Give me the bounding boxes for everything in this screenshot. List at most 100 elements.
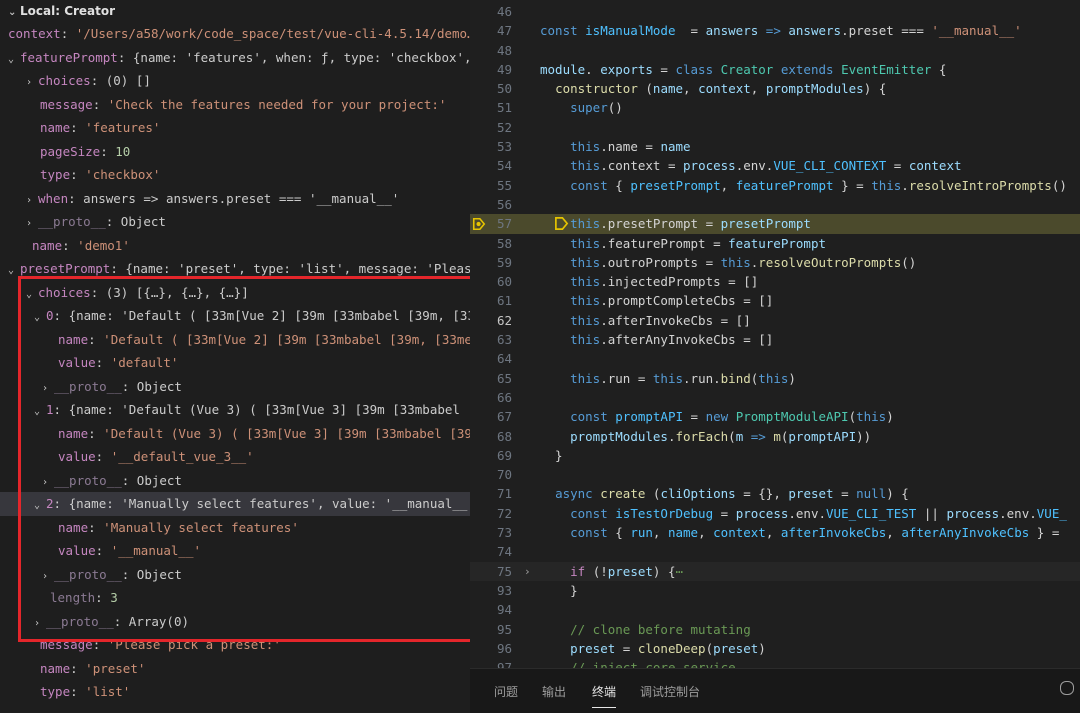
chevron-right-icon[interactable]: › (26, 189, 38, 211)
variable-row[interactable]: message: 'Please pick a preset:' (0, 633, 476, 657)
code-line[interactable]: 71 async create (cliOptions = {}, preset… (470, 484, 1080, 503)
variable-row[interactable]: ⌄ featurePrompt: {name: 'features', when:… (0, 46, 476, 70)
code-line[interactable]: 52 (470, 118, 1080, 137)
code-line[interactable]: 72 const isTestOrDebug = process.env.VUE… (470, 504, 1080, 523)
variable-row[interactable]: ⌄ 2: {name: 'Manually select features', v… (0, 492, 476, 516)
variable-row[interactable]: › when: answers => answers.preset === '__… (0, 187, 476, 211)
code-token: exports (600, 61, 653, 77)
variable-row[interactable]: context: '/Users/a58/work/code_space/tes… (0, 22, 476, 46)
maximize-icon[interactable] (1060, 681, 1074, 695)
code-token: VUE_CLI_TEST (826, 505, 917, 521)
chevron-right-icon[interactable]: › (34, 612, 46, 634)
code-line[interactable]: 55 const { presetPrompt, featurePrompt }… (470, 176, 1080, 195)
code-line[interactable]: 66 (470, 388, 1080, 407)
panel-tab[interactable]: 输出 (542, 683, 566, 700)
variable-row[interactable]: type: 'checkbox' (0, 163, 476, 187)
variable-key: 1 (46, 402, 54, 417)
code-token: isManualMode (585, 23, 676, 39)
variable-row[interactable]: name: 'Default (Vue 3) ( [33m[Vue 3] [39… (0, 422, 476, 446)
chevron-down-icon[interactable]: ⌄ (8, 259, 20, 281)
variable-row[interactable]: value: '__default_vue_3__' (0, 445, 476, 469)
panel-tab[interactable]: 终端 (592, 683, 617, 708)
variable-row[interactable]: message: 'Check the features needed for … (0, 93, 476, 117)
code-line[interactable]: 63 this.afterAnyInvokeCbs = [] (470, 330, 1080, 349)
variable-row[interactable]: value: '__manual__' (0, 539, 476, 563)
variable-row[interactable]: › __proto__: Object (0, 563, 476, 587)
variable-row[interactable]: name: 'Manually select features' (0, 516, 476, 540)
variable-row[interactable]: pageSize: 10 (0, 140, 476, 164)
variable-row[interactable]: name: 'features' (0, 116, 476, 140)
variable-row[interactable]: ⌄ choices: (3) [{…}, {…}, {…}] (0, 281, 476, 305)
code-token: this (720, 254, 751, 270)
code-line[interactable]: 73 const { run, name, context, afterInvo… (470, 523, 1080, 542)
code-line[interactable]: 75 › if (!preset) {⋯ (470, 561, 1080, 581)
variable-key: value (58, 543, 96, 558)
chevron-down-icon[interactable]: ⌄ (8, 48, 20, 70)
variable-row[interactable]: › __proto__: Object (0, 469, 476, 493)
chevron-right-icon[interactable]: › (26, 212, 38, 234)
variable-value: 10 (115, 143, 131, 159)
variable-row[interactable]: › choices: (0) [] (0, 69, 476, 93)
code-line[interactable]: 54 this.context = process.env.VUE_CLI_CO… (470, 156, 1080, 175)
code-line[interactable]: 51 super() (470, 98, 1080, 117)
chevron-right-icon[interactable]: › (42, 377, 54, 399)
code-line[interactable]: 58 this.featurePrompt = featurePrompt (470, 234, 1080, 253)
chevron-down-icon[interactable]: ⌄ (34, 400, 46, 422)
code-line[interactable]: 61 this.promptCompleteCbs = [] (470, 291, 1080, 310)
chevron-down-icon[interactable]: ⌄ (34, 494, 46, 516)
variable-row[interactable]: › __proto__: Object (0, 375, 476, 399)
code-line[interactable]: 74 (470, 542, 1080, 561)
code-line[interactable]: 62 this.afterInvokeCbs = [] (470, 311, 1080, 330)
code-line[interactable]: 53 this.name = name (470, 137, 1080, 156)
chevron-down-icon[interactable]: ⌄ (34, 306, 46, 328)
variable-row[interactable]: › __proto__: Object (0, 210, 476, 234)
code-line[interactable]: 57 this.presetPrompt = presetPrompt (470, 214, 1080, 234)
code-line[interactable]: 70 (470, 465, 1080, 484)
code-line[interactable]: 69 } (470, 446, 1080, 465)
scope-header[interactable]: ⌄ Local: Creator (0, 0, 476, 22)
variable-row[interactable]: ⌄ presetPrompt: {name: 'preset', type: 'l… (0, 257, 476, 281)
variable-row[interactable]: length: 3 (0, 586, 476, 610)
variable-row[interactable]: type: 'list' (0, 680, 476, 704)
code-token: module (540, 61, 586, 77)
chevron-right-icon[interactable]: › (42, 471, 54, 493)
code-line[interactable]: 96 preset = cloneDeep(preset) (470, 639, 1080, 658)
fold-chevron-icon[interactable]: › (524, 562, 531, 581)
code-editor[interactable]: 46 47 const isManualMode = answers => answ… (470, 0, 1080, 712)
variable-row[interactable]: ⌄ 1: {name: 'Default (Vue 3) ( [33m[Vue 3… (0, 398, 476, 422)
code-line[interactable]: 48 (470, 41, 1080, 60)
code-line[interactable]: 56 (470, 195, 1080, 214)
separator: : (90, 73, 106, 88)
panel-tab[interactable]: 问题 (494, 683, 518, 700)
chevron-right-icon[interactable]: › (26, 71, 38, 93)
line-number: 59 (496, 254, 512, 270)
code-token: if (570, 563, 586, 579)
code-line[interactable]: 94 (470, 600, 1080, 619)
variable-row[interactable]: name: 'demo1' (0, 234, 476, 258)
variable-row[interactable]: value: 'default' (0, 351, 476, 375)
code-line[interactable]: 47 const isManualMode = answers => answer… (470, 21, 1080, 40)
separator: : (121, 566, 137, 582)
code-line[interactable]: 50 constructor (name, context, promptMod… (470, 79, 1080, 98)
code-line[interactable]: 95 // clone before mutating (470, 620, 1080, 639)
code-line[interactable]: 49 module. exports = class Creator extend… (470, 60, 1080, 79)
code-line[interactable]: 64 (470, 349, 1080, 368)
variable-key: type (40, 684, 71, 699)
chevron-down-icon[interactable]: ⌄ (26, 283, 38, 305)
code-line[interactable]: 46 (470, 2, 1080, 21)
panel-tab[interactable]: 调试控制台 (640, 683, 700, 700)
code-line[interactable]: 60 this.injectedPrompts = [] (470, 272, 1080, 291)
variable-row[interactable]: ⌄ 0: {name: 'Default ( [33m[Vue 2] [39m [… (0, 304, 476, 328)
variable-row[interactable]: name: 'Default ( [33m[Vue 2] [39m [33mba… (0, 328, 476, 352)
code-token: this (570, 216, 601, 232)
breakpoint-marker-icon[interactable] (472, 217, 486, 231)
variable-row[interactable]: › __proto__: Array(0) (0, 610, 476, 634)
code-line[interactable]: 59 this.outroPrompts = this.resolveOutro… (470, 253, 1080, 272)
variable-row[interactable]: name: 'preset' (0, 657, 476, 681)
chevron-right-icon[interactable]: › (42, 565, 54, 587)
code-line[interactable]: 68 promptModules.forEach(m => m(promptAP… (470, 427, 1080, 446)
code-line[interactable]: 65 this.run = this.run.bind(this) (470, 369, 1080, 388)
code-line[interactable]: 93 } (470, 581, 1080, 600)
code-line[interactable]: 67 const promptAPI = new PromptModuleAPI… (470, 407, 1080, 426)
